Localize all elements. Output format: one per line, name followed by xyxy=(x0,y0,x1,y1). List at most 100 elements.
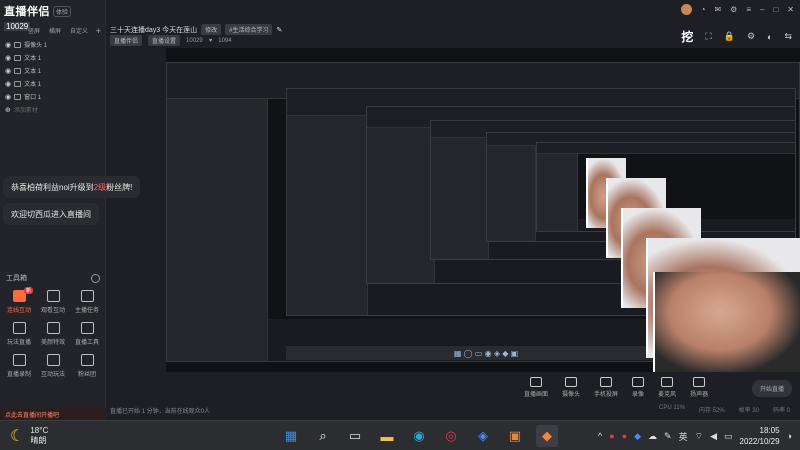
watch-icon xyxy=(46,290,60,302)
fullscreen-icon[interactable]: ⛶ xyxy=(705,31,711,42)
record-icon xyxy=(12,354,26,366)
eye-icon[interactable]: ◉ xyxy=(5,41,11,49)
edit-title-button[interactable]: 修改 xyxy=(201,24,222,35)
tool-item[interactable]: 直播工具 xyxy=(70,322,104,346)
language-indicator[interactable]: 英 xyxy=(679,430,688,443)
tray-app-icon[interactable]: ● xyxy=(622,431,627,441)
lock-icon[interactable]: 🔒 xyxy=(724,31,735,42)
file-explorer-icon[interactable]: ▬ xyxy=(376,425,398,447)
phone-icon xyxy=(600,376,613,387)
search-icon[interactable]: ⌕ xyxy=(312,425,334,447)
tab-landscape[interactable]: 横屏 xyxy=(49,26,61,35)
phone-cast-button[interactable]: 手机投屏 xyxy=(594,376,618,398)
scene-screen-button[interactable]: 直播画面 xyxy=(524,376,548,398)
tool-item[interactable]: 互动玩法 xyxy=(36,354,70,378)
theme-icon[interactable]: ◐ xyxy=(767,32,772,42)
pinch-tool-icon[interactable]: 挖 xyxy=(681,28,693,45)
system-tray: ^ ● ● ◆ ☁ ✎ 英 ⌔ ◀ ▭ 18:05 2022/10/29 ◑ xyxy=(598,425,792,447)
title-row: 三十天连播day3 今天在莲山 修改 #生活综合学习 ✎ xyxy=(110,24,282,35)
close-icon[interactable]: ✕ xyxy=(787,5,794,14)
record-icon xyxy=(632,376,645,387)
layer-item[interactable]: ◉ 文本 1 xyxy=(0,51,106,64)
add-scene-button[interactable]: + xyxy=(96,26,101,36)
task-view-icon[interactable]: ▭ xyxy=(344,425,366,447)
eye-icon[interactable]: ◉ xyxy=(5,54,11,62)
tool-item[interactable]: 新连线互动 xyxy=(2,287,36,314)
eye-icon[interactable]: ◉ xyxy=(5,80,11,88)
live-companion-icon[interactable]: ◆ xyxy=(536,425,558,447)
layer-label: 摄像头 1 xyxy=(24,43,48,49)
tray-app-icon[interactable]: ● xyxy=(609,431,614,441)
notification-icon[interactable]: ◑ xyxy=(787,431,792,441)
mail-icon[interactable]: ✉ xyxy=(714,5,721,14)
tool-item[interactable]: 观看互动 xyxy=(36,290,70,314)
battery-icon[interactable]: ▭ xyxy=(724,431,733,442)
tag-settings[interactable]: 直播设置 xyxy=(148,35,181,46)
toolbox-header: 工具箱 xyxy=(6,273,100,283)
tab-portrait[interactable]: 竖屏 xyxy=(28,26,40,35)
toolbox-settings-icon[interactable] xyxy=(91,273,100,283)
layer-item[interactable]: ◉ 文本 1 xyxy=(0,77,106,90)
layer-label: 文本 1 xyxy=(24,69,42,75)
clock[interactable]: 18:05 2022/10/29 xyxy=(740,425,780,447)
tab-custom[interactable]: 自定义 xyxy=(70,26,88,35)
weather-widget[interactable]: ☾ 18°C 晴朗 xyxy=(10,426,48,446)
swap-icon[interactable]: ⇆ xyxy=(784,31,792,42)
weather-condition: 晴朗 xyxy=(30,436,47,445)
add-source-item[interactable]: ⊕ 添加素材 xyxy=(0,103,106,116)
gear-icon[interactable]: ⚙ xyxy=(747,31,755,42)
tool-item[interactable]: 玩法直播 xyxy=(2,322,36,346)
layer-item[interactable]: ◉ 摄像头 1 xyxy=(0,38,106,51)
layer-item[interactable]: ◉ 窗口 1 xyxy=(0,90,106,103)
start-live-button[interactable]: 开始直播 xyxy=(751,380,792,397)
toolbox-grid: 新连线互动 观看互动 主播任务 玩法直播 美颜特效 直播工具 直播录制 互动玩法… xyxy=(2,287,104,378)
tool-label: 主播任务 xyxy=(74,308,99,314)
camera-icon xyxy=(14,41,22,48)
tool-item[interactable]: 主播任务 xyxy=(70,290,104,314)
microphone-button[interactable]: 麦克风 xyxy=(658,376,676,398)
tray-app-icon[interactable]: ◆ xyxy=(634,431,641,442)
heart-icon: ♥ xyxy=(208,37,213,44)
tool-item[interactable]: 直播录制 xyxy=(2,354,36,378)
avatar[interactable] xyxy=(680,4,692,15)
category-tag[interactable]: #生活综合学习 xyxy=(225,24,273,35)
control-label: 录像 xyxy=(632,391,645,398)
tool-label: 玩法直播 xyxy=(6,340,31,346)
cloud-icon[interactable]: ☁ xyxy=(648,431,657,442)
time: 18:05 xyxy=(759,426,780,435)
bottom-note[interactable]: 点此去直播间开播吧 xyxy=(0,408,106,420)
tag-companion[interactable]: 直播伴侣 xyxy=(110,35,143,46)
camera-button[interactable]: 摄像头 xyxy=(562,376,580,398)
pencil-icon[interactable]: ✎ xyxy=(276,26,282,34)
app-icon[interactable]: ◈ xyxy=(472,425,494,447)
app-icon[interactable]: ▣ xyxy=(504,425,526,447)
layer-label: 文本 1 xyxy=(24,82,42,88)
danmu-text: 欢迎切西瓜进入直播间 xyxy=(11,209,91,219)
record-button[interactable]: 录像 xyxy=(632,376,645,398)
minimize-icon[interactable]: – xyxy=(760,5,764,14)
tool-item[interactable]: 美颜特效 xyxy=(36,322,70,346)
network-icon[interactable]: ⌔ xyxy=(695,431,703,442)
menu-icon[interactable]: ≡ xyxy=(746,5,751,14)
maximize-icon[interactable]: □ xyxy=(773,5,778,14)
moon-icon: ☾ xyxy=(10,428,25,445)
headset-icon[interactable]: ◔ xyxy=(701,5,706,14)
chevron-up-icon[interactable]: ^ xyxy=(598,431,602,441)
eye-icon[interactable]: ◉ xyxy=(5,93,11,101)
logo-row: 直播伴侣 体验 xyxy=(0,0,105,22)
eye-icon[interactable]: ◉ xyxy=(5,67,11,75)
edge-icon[interactable]: ◉ xyxy=(408,425,430,447)
speaker-button[interactable]: 扬声器 xyxy=(690,376,708,398)
settings-icon[interactable]: ⚙ xyxy=(730,5,737,14)
taskbar-apps: ▦ ⌕ ▭ ▬ ◉ ◎ ◈ ▣ ◆ xyxy=(280,425,558,447)
tool-item[interactable]: 粉丝团 xyxy=(70,354,104,378)
beauty-icon xyxy=(46,322,60,334)
windows-start-icon[interactable]: ▦ xyxy=(280,425,302,447)
stream-preview[interactable]: ▦ ◯ ▭ ◉ ◈ ◆ ▣ xyxy=(166,48,800,372)
netease-music-icon[interactable]: ◎ xyxy=(440,425,462,447)
pen-icon[interactable]: ✎ xyxy=(664,431,672,442)
tool-label: 观看互动 xyxy=(40,308,65,314)
layer-item[interactable]: ◉ 文本 1 xyxy=(0,64,106,77)
tool-badge: 新 xyxy=(24,287,34,294)
volume-icon[interactable]: ◀ xyxy=(710,431,717,442)
